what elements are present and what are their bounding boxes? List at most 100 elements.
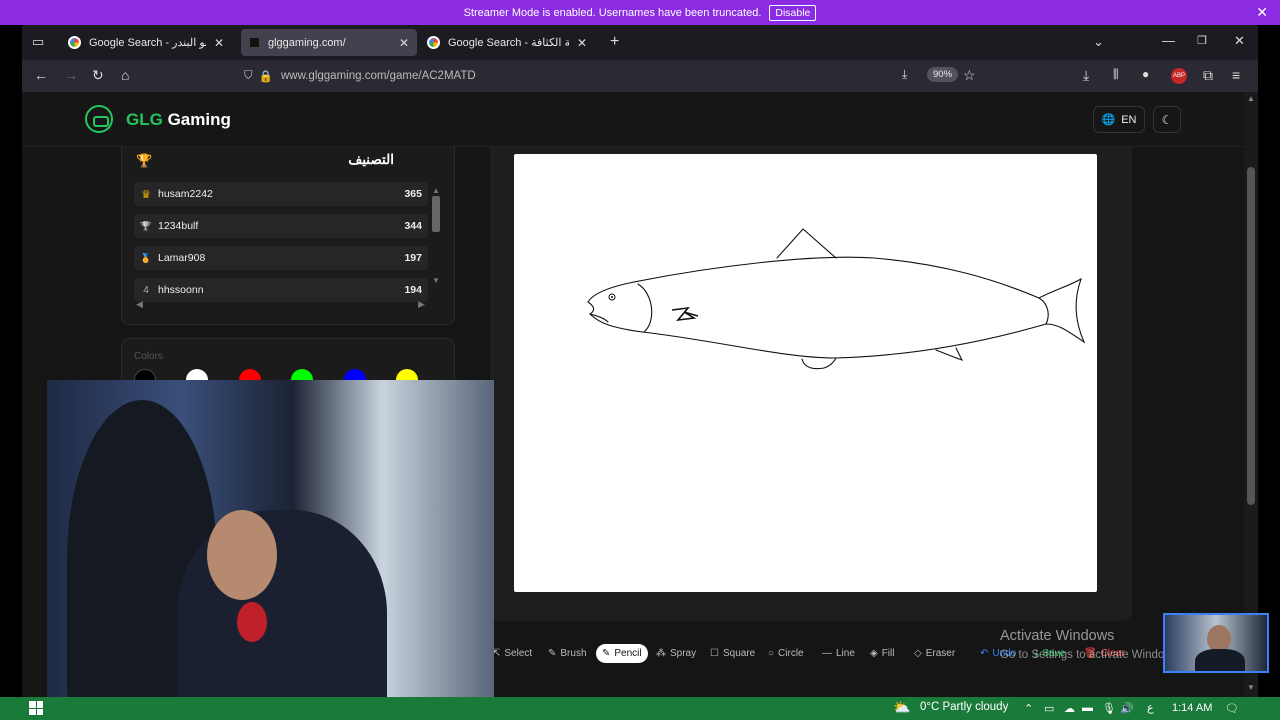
page-scroll-thumb[interactable] (1247, 167, 1255, 505)
close-tab-icon[interactable]: ✕ (399, 36, 409, 50)
adblock-icon[interactable]: ABP (1171, 68, 1187, 84)
url-bar[interactable]: ⛉ 🔒 www.glggaming.com/game/AC2MATD (238, 63, 983, 89)
zoom-badge[interactable]: 90% (927, 67, 959, 82)
player-name: husam2242 (158, 188, 213, 200)
library-icon[interactable]: ⫼ (1113, 67, 1119, 82)
scroll-down-icon[interactable]: ▼ (1247, 683, 1255, 692)
headphones (237, 602, 267, 642)
new-tab-icon[interactable]: + (610, 33, 619, 51)
windows-start-icon[interactable] (29, 701, 43, 715)
close-tab-icon[interactable]: ✕ (577, 36, 587, 50)
webcam-mini-preview (1163, 613, 1269, 673)
undo-icon: ↶ (980, 648, 989, 659)
moon-icon: ☾ (1161, 112, 1173, 127)
tab-google-search-1[interactable]: Google Search - ما هو البندر ✕ (60, 29, 232, 56)
square-tool[interactable]: ☐ Square (704, 644, 761, 663)
spray-icon: ⁂ (656, 648, 666, 659)
volume-icon[interactable]: 🔊 (1120, 702, 1134, 715)
close-tab-icon[interactable]: ✕ (214, 36, 224, 50)
square-icon: ☐ (710, 648, 719, 659)
eraser-icon: ◇ (914, 648, 922, 659)
google-icon (68, 36, 81, 49)
site-brand[interactable]: GLG Gaming (126, 110, 231, 130)
navigation-bar: ← → ↻ ⌂ ⛉ 🔒 www.glggaming.com/game/AC2MA… (22, 60, 1258, 92)
line-tool[interactable]: — Line (816, 644, 861, 663)
tab-google-search-2[interactable]: Google Search - صيغة الكثافة ✕ (419, 29, 595, 56)
trophy-silver-icon: 🏆 (140, 220, 152, 231)
back-icon[interactable]: ← (34, 67, 48, 83)
extension-google-icon[interactable]: ● (1142, 67, 1149, 81)
spray-tool[interactable]: ⁂ Spray (650, 644, 702, 663)
circle-tool[interactable]: ○ Circle (762, 644, 810, 663)
notifications-icon[interactable]: 🗨 (1225, 702, 1239, 715)
bookmark-star-icon[interactable]: ☆ (963, 67, 976, 84)
reload-icon[interactable]: ↻ (92, 67, 104, 84)
scroll-up-icon[interactable]: ▲ (431, 186, 441, 195)
person-seated (1195, 649, 1245, 671)
gamepad-icon[interactable] (85, 105, 113, 133)
leaderboard-row: 🏅 Lamar908 197 (134, 246, 428, 270)
mic-icon[interactable]: 🎙 (1102, 702, 1116, 715)
scroll-left-icon[interactable]: ◀ (136, 299, 143, 310)
language-indicator[interactable]: ع (1147, 701, 1154, 714)
restore-icon[interactable]: ❐ (1197, 34, 1207, 47)
chevron-down-icon[interactable]: ⌄ (1093, 34, 1104, 50)
eraser-tool[interactable]: ◇ Eraser (908, 644, 961, 663)
leaderboard-scrollbar[interactable]: ▲ ▼ (431, 186, 441, 291)
tool-label: Eraser (925, 648, 956, 659)
pencil-tool[interactable]: ✎ Pencil (596, 644, 648, 663)
theme-toggle-button[interactable]: ☾ (1153, 106, 1181, 133)
weather-icon[interactable]: ⛅ (893, 699, 910, 716)
rank-number: 4 (143, 284, 149, 296)
brush-tool[interactable]: ✎ Brush (542, 644, 593, 663)
tool-label: Square (722, 648, 756, 659)
bucket-icon: ◈ (870, 648, 878, 659)
menu-icon[interactable]: ≡ (1232, 67, 1240, 83)
language-label: EN (1121, 113, 1137, 126)
weather-text[interactable]: 0°C Partly cloudy (920, 701, 1008, 713)
google-icon (427, 36, 440, 49)
url-text: www.glggaming.com/game/AC2MATD (280, 70, 476, 82)
disable-streamer-button[interactable]: Disable (769, 4, 817, 21)
face (207, 510, 277, 600)
language-button[interactable]: 🌐 EN (1093, 106, 1145, 133)
extensions-icon[interactable]: ⧉ (1203, 67, 1213, 84)
tool-label: Line (836, 648, 855, 659)
leaderboard-title: التصنيف (348, 152, 394, 167)
tab-glggaming[interactable]: glggaming.com/ ✕ (241, 29, 417, 56)
activate-windows-title: Activate Windows (1000, 628, 1115, 644)
chevron-up-icon[interactable]: ⌃ (1024, 702, 1033, 715)
scroll-down-icon[interactable]: ▼ (431, 276, 441, 285)
medal-bronze-icon: 🏅 (140, 252, 152, 263)
minimize-icon[interactable]: — (1162, 33, 1175, 48)
site-favicon-icon (249, 37, 260, 48)
scroll-right-icon[interactable]: ▶ (418, 299, 425, 310)
colors-label: Colors (134, 351, 163, 362)
player-score: 365 (404, 188, 422, 200)
globe-icon: 🌐 (1101, 114, 1116, 126)
meet-icon[interactable]: ▭ (1044, 702, 1054, 715)
tab-title: Google Search - صيغة الكثافة (448, 37, 569, 49)
leaderboard-panel: 🏆 التصنيف ♛ husam2242 365 🏆 1234bulf 344… (121, 147, 455, 325)
drawing-canvas[interactable] (514, 154, 1097, 592)
player-score: 197 (404, 252, 422, 264)
tab-overview-icon[interactable]: ▭ (32, 34, 44, 50)
forward-icon[interactable]: → (64, 67, 78, 83)
close-icon[interactable]: ✕ (1256, 4, 1268, 21)
page-scrollbar[interactable]: ▲ ▼ (1244, 92, 1258, 697)
home-icon[interactable]: ⌂ (121, 67, 129, 83)
scroll-thumb[interactable] (432, 196, 440, 232)
leaderboard-row: 🏆 1234bulf 344 (134, 214, 428, 238)
close-window-icon[interactable]: ✕ (1234, 33, 1245, 49)
cloud-icon[interactable]: ☁ (1064, 702, 1075, 715)
save-page-icon[interactable]: ⤓ (902, 67, 907, 82)
crown-icon: ♛ (141, 188, 151, 201)
tab-title: Google Search - ما هو البندر (89, 37, 206, 49)
clock[interactable]: 1:14 AM (1172, 702, 1212, 714)
downloads-icon[interactable]: ⤓ (1083, 67, 1089, 84)
battery-icon[interactable]: ▬ (1082, 702, 1093, 714)
tool-label: Fill (881, 648, 895, 659)
tool-label: Circle (778, 648, 804, 659)
scroll-up-icon[interactable]: ▲ (1247, 94, 1255, 103)
fill-tool[interactable]: ◈ Fill (864, 644, 900, 663)
